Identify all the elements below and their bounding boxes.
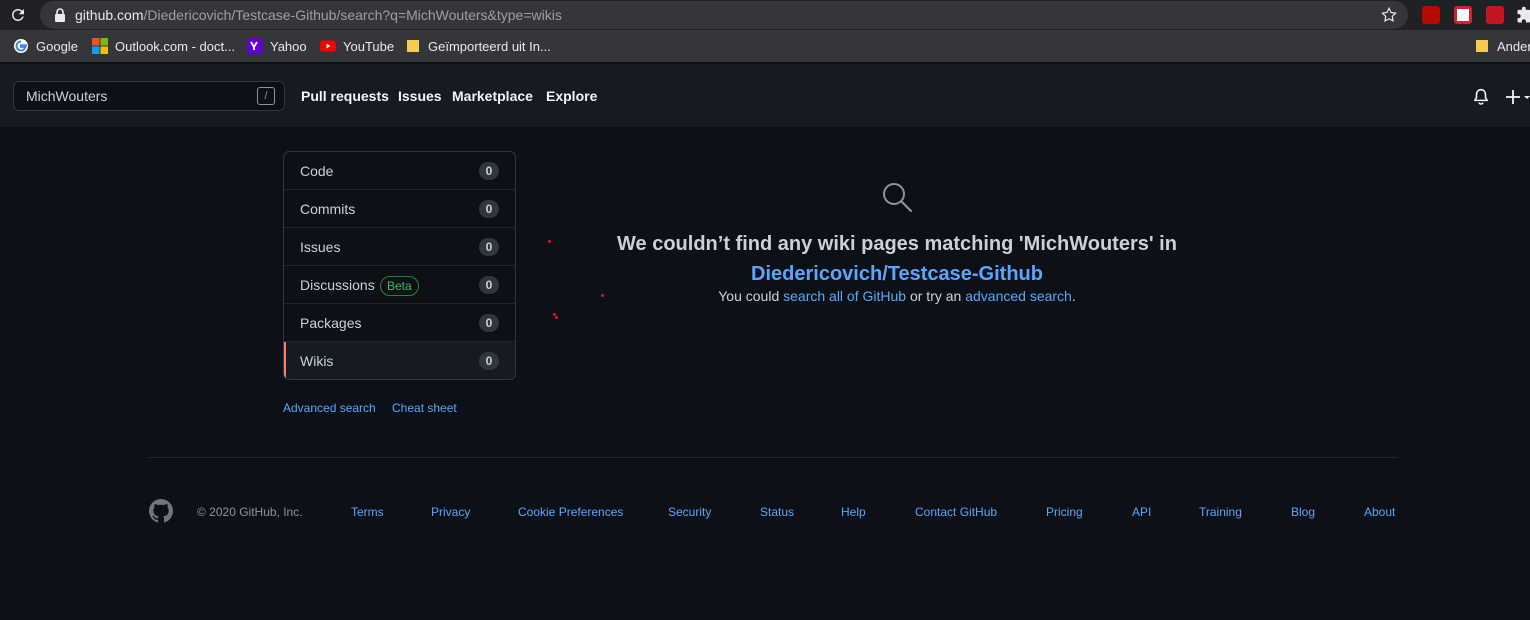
footer-link-status[interactable]: Status	[760, 505, 794, 519]
bookmark-star-icon[interactable]	[1380, 6, 1398, 24]
footer-link-help[interactable]: Help	[841, 505, 866, 519]
repository-link[interactable]: Diedericovich/Testcase-Github	[547, 259, 1247, 289]
result-counter: 0	[479, 162, 499, 180]
bookmark-yahoo[interactable]: Yahoo	[247, 37, 307, 55]
bookmark-label: Google	[36, 38, 78, 54]
pdf-extension-icon[interactable]	[1422, 6, 1440, 24]
bookmark-folder-imported[interactable]: Geïmporteerd uit In...	[405, 37, 551, 55]
footer-link-cookie-preferences[interactable]: Cookie Preferences	[518, 505, 623, 519]
search-box[interactable]: /	[13, 81, 285, 111]
suggestion-text: You could	[718, 288, 780, 304]
url-path: /Diedericovich/Testcase-Github/search?q=…	[143, 7, 562, 23]
youtube-icon	[320, 40, 336, 52]
footer-link-contact-github[interactable]: Contact GitHub	[915, 505, 997, 519]
slash-shortcut-hint: /	[257, 87, 275, 105]
nav-explore[interactable]: Explore	[546, 88, 597, 104]
reload-icon[interactable]	[9, 6, 27, 24]
folder-icon	[1476, 40, 1488, 52]
result-counter: 0	[479, 200, 499, 218]
menu-item-packages[interactable]: Packages 0	[284, 304, 515, 342]
footer-link-privacy[interactable]: Privacy	[431, 505, 470, 519]
bookmark-google[interactable]: Google	[13, 37, 78, 55]
search-icon	[883, 183, 913, 213]
footer-link-blog[interactable]: Blog	[1291, 505, 1315, 519]
microsoft-icon	[92, 38, 108, 54]
nav-marketplace[interactable]: Marketplace	[452, 88, 533, 104]
url-text: github.com/Diedericovich/Testcase-Github…	[75, 7, 562, 23]
result-counter: 0	[479, 352, 499, 370]
menu-item-label: Code	[300, 163, 334, 179]
menu-item-commits[interactable]: Commits 0	[284, 190, 515, 228]
github-mark-icon[interactable]	[149, 499, 173, 523]
footer-link-security[interactable]: Security	[668, 505, 711, 519]
annotation-dot	[601, 294, 604, 297]
nav-pull-requests[interactable]: Pull requests	[301, 88, 389, 104]
nav-issues[interactable]: Issues	[398, 88, 442, 104]
lock-icon	[55, 8, 65, 22]
menu-item-label: Commits	[300, 201, 356, 217]
puzzle-extension-icon[interactable]	[1516, 6, 1530, 24]
calendar-extension-icon[interactable]	[1454, 6, 1472, 24]
footer-link-about[interactable]: About	[1364, 505, 1395, 519]
footer-link-terms[interactable]: Terms	[351, 505, 384, 519]
bookmark-label: Geïmporteerd uit In...	[428, 38, 551, 54]
suggestion-text: .	[1071, 288, 1076, 304]
search-all-github-link[interactable]: search all of GitHub	[783, 288, 906, 304]
folder-icon	[407, 40, 419, 52]
bell-icon[interactable]	[1472, 88, 1490, 106]
red-extension-icon[interactable]	[1486, 6, 1504, 24]
menu-item-label: Packages	[300, 315, 362, 331]
advanced-search-inline-link[interactable]: advanced search	[965, 288, 1072, 304]
no-results-heading: We couldn’t find any wiki pages matching…	[617, 233, 1177, 255]
menu-item-discussions[interactable]: Discussions Beta 0	[284, 266, 515, 304]
menu-item-issues[interactable]: Issues 0	[284, 228, 515, 266]
bookmark-label: Yahoo	[270, 38, 307, 54]
url-host: github.com	[75, 7, 144, 23]
footer-divider	[148, 457, 1398, 458]
cheat-sheet-link[interactable]: Cheat sheet	[392, 401, 457, 415]
create-new-plus-icon[interactable]	[1506, 88, 1530, 106]
advanced-search-link[interactable]: Advanced search	[283, 401, 376, 415]
result-counter: 0	[479, 238, 499, 256]
annotation-dot	[555, 316, 558, 319]
search-type-menu: Code 0 Commits 0 Issues 0 Discussions Be…	[283, 151, 516, 380]
yahoo-icon	[247, 38, 263, 54]
search-input[interactable]	[14, 82, 254, 110]
menu-item-wikis[interactable]: Wikis 0	[284, 342, 515, 379]
google-icon	[14, 39, 28, 53]
annotation-dot	[548, 240, 551, 243]
result-counter: 0	[479, 276, 499, 294]
no-results-suggestion: You could search all of GitHub or try an…	[547, 287, 1247, 305]
url-field[interactable]: github.com/Diedericovich/Testcase-Github…	[40, 1, 1408, 29]
footer-link-training[interactable]: Training	[1199, 505, 1242, 519]
bookmarks-bar: Google Outlook.com - doct... Yahoo YouTu…	[0, 30, 1530, 62]
suggestion-text: or try an	[909, 288, 962, 304]
bookmark-folder-other[interactable]: Ander	[1474, 37, 1530, 55]
menu-item-label: Wikis	[300, 353, 334, 369]
bookmark-label: Outlook.com - doct...	[115, 38, 235, 54]
menu-item-label: Discussions	[300, 277, 375, 293]
menu-item-label: Issues	[300, 239, 341, 255]
bookmark-label: YouTube	[343, 38, 395, 54]
bookmark-youtube[interactable]: YouTube	[320, 37, 394, 55]
bookmark-outlook[interactable]: Outlook.com - doct...	[92, 37, 235, 55]
bookmark-label: Ander	[1497, 38, 1530, 54]
menu-item-code[interactable]: Code 0	[284, 152, 515, 190]
footer-link-api[interactable]: API	[1132, 505, 1151, 519]
footer-copyright: © 2020 GitHub, Inc.	[197, 505, 303, 519]
browser-address-bar: github.com/Diedericovich/Testcase-Github…	[0, 0, 1530, 30]
github-header: / Pull requests Issues Marketplace Explo…	[0, 64, 1530, 127]
result-counter: 0	[479, 314, 499, 332]
beta-badge: Beta	[380, 276, 419, 296]
footer-link-pricing[interactable]: Pricing	[1046, 505, 1083, 519]
